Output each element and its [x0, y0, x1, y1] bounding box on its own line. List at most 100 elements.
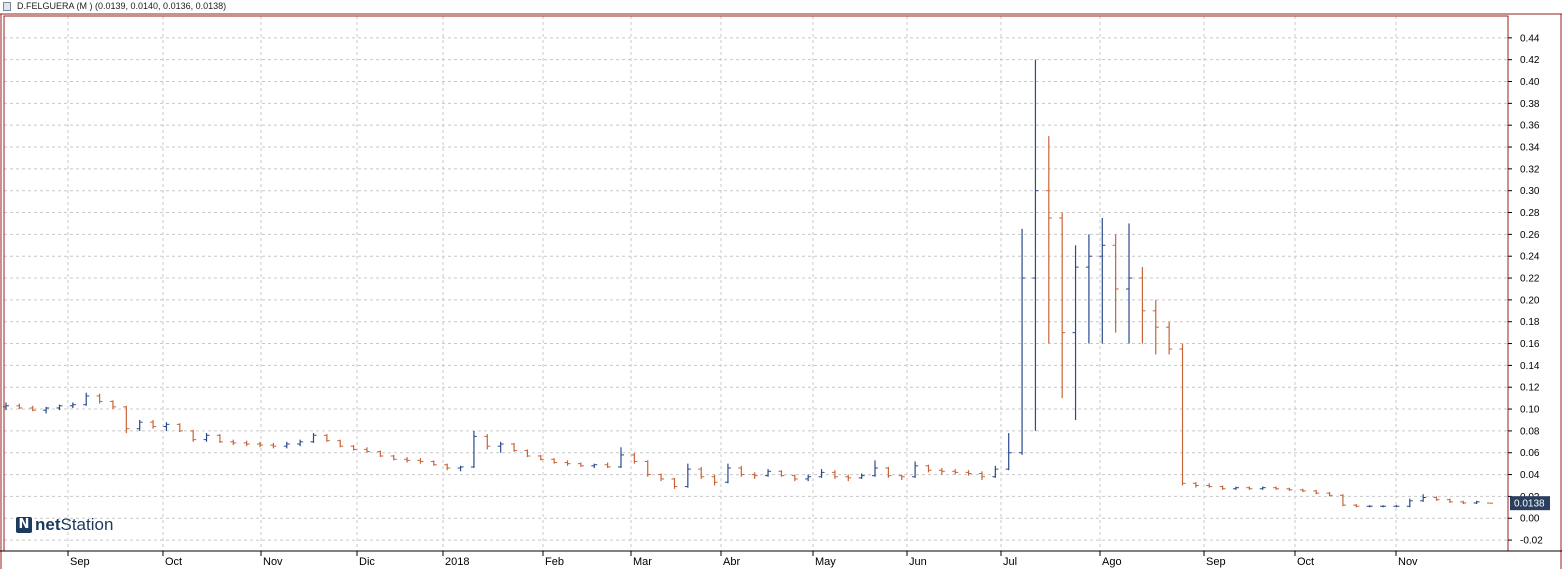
ohlc-bar: [1045, 136, 1052, 344]
ohlc-bar: [978, 471, 985, 481]
y-tick-label: 0.16: [1520, 339, 1540, 350]
ohlc-bar: [551, 458, 558, 464]
y-tick-label: 0.14: [1520, 361, 1540, 372]
ohlc-bar: [216, 434, 223, 443]
ohlc-bar: [658, 473, 665, 482]
ohlc-bar: [765, 469, 772, 477]
ohlc-bar: [1299, 488, 1306, 493]
ohlc-bar: [230, 439, 237, 446]
x-axis: Sep Oct Nov Dic 2018 Feb Mar Abr May Jun Jul Ago Sep…: [67, 551, 1418, 568]
y-axis: 0.44 0.42 0.40 0.38 0.36 0.34 0.32 0.30 0.28 0.26…: [1508, 33, 1543, 547]
logo-text-bold: net: [35, 515, 61, 534]
ohlc-bar: [617, 447, 624, 469]
x-tick-label: Sep: [70, 556, 90, 568]
ohlc-bar: [791, 474, 798, 482]
x-tick-label: Oct: [165, 556, 182, 568]
ohlc-bar: [1420, 494, 1427, 502]
x-tick-label: Sep: [1206, 556, 1226, 568]
ohlc-bar: [1219, 485, 1226, 490]
y-tick-label: 0.12: [1520, 383, 1540, 394]
ohlc-bar: [109, 400, 116, 410]
ohlc-bar: [1446, 498, 1453, 503]
ohlc-bar: [738, 465, 745, 477]
ohlc-bar: [190, 429, 197, 442]
ohlc-bar: [363, 447, 370, 453]
y-tick-label: 0.28: [1520, 208, 1540, 219]
x-tick-label: Nov: [263, 556, 283, 568]
chart-frame: [0, 13, 1562, 569]
last-value-label: 0.0138: [1514, 499, 1545, 510]
grid-lines: [4, 16, 1508, 551]
y-tick-label: 0.30: [1520, 186, 1540, 197]
ohlc-bar: [631, 452, 638, 464]
ohlc-bar: [484, 434, 491, 450]
ohlc-bar: [1032, 59, 1039, 431]
ohlc-bar: [1152, 299, 1159, 355]
y-tick-label: 0.34: [1520, 143, 1540, 154]
ohlc-bar: [1273, 486, 1280, 490]
ohlc-bar: [1313, 489, 1320, 495]
ohlc-bar: [337, 439, 344, 448]
ohlc-bar: [377, 450, 384, 458]
ohlc-bar: [257, 441, 264, 448]
ohlc-bar: [470, 430, 477, 469]
x-tick-label: 2018: [445, 556, 469, 568]
ohlc-bar: [898, 474, 905, 481]
netstation-logo: N netStation: [16, 515, 113, 535]
ohlc-bar: [444, 463, 451, 471]
ohlc-bar: [644, 460, 651, 477]
ohlc-bar: [123, 405, 130, 434]
ohlc-bar: [925, 464, 932, 473]
y-tick-label: -0.02: [1520, 536, 1543, 547]
y-tick-label: 0.08: [1520, 426, 1540, 437]
ohlc-bar: [1072, 245, 1079, 420]
ohlc-bar: [430, 460, 437, 466]
ohlc-bar: [1473, 500, 1480, 505]
y-tick-label: 0.36: [1520, 121, 1540, 132]
ohlc-bar: [1166, 321, 1173, 355]
ohlc-bar: [1019, 228, 1026, 455]
y-tick-label: 0.32: [1520, 164, 1540, 175]
y-tick-label: 0.40: [1520, 77, 1540, 88]
y-tick-label: 0.44: [1520, 33, 1540, 44]
x-tick-label: Nov: [1398, 556, 1418, 568]
ohlc-bar: [1085, 234, 1092, 344]
ohlc-bar: [604, 462, 611, 469]
ohlc-bar: [243, 440, 250, 447]
ohlc-bar: [497, 441, 504, 453]
y-tick-label: 0.10: [1520, 405, 1540, 416]
ohlc-bar: [711, 474, 718, 486]
ohlc-bar: [1366, 505, 1373, 508]
plot-border: [3, 15, 1509, 552]
ohlc-bar: [1460, 500, 1467, 505]
ohlc-bar: [591, 463, 598, 469]
ohlc-bar: [96, 393, 103, 404]
ohlc-bar: [818, 469, 825, 478]
ohlc-bar: [323, 434, 330, 442]
y-tick-label: 0.38: [1520, 99, 1540, 110]
x-tick-label: Jul: [1003, 556, 1017, 568]
ohlc-bar: [1059, 212, 1066, 399]
logo-text: netStation: [35, 515, 113, 535]
ohlc-bar: [350, 445, 357, 451]
ohlc-bar: [524, 449, 531, 458]
ohlc-bar: [150, 419, 157, 429]
ohlc-bars: [3, 59, 1493, 508]
ohlc-bar: [83, 392, 90, 406]
ohlc-bar: [404, 457, 411, 463]
ohlc-bar: [992, 465, 999, 478]
ohlc-bar: [163, 422, 170, 431]
y-tick-label: 0.04: [1520, 470, 1540, 481]
x-tick-label: May: [815, 556, 836, 568]
ohlc-bar: [845, 474, 852, 482]
ohlc-bar: [390, 454, 397, 461]
ohlc-bar: [564, 460, 571, 466]
ohlc-bar: [136, 419, 143, 431]
y-tick-label: 0.00: [1520, 514, 1540, 525]
ohlc-bar: [938, 468, 945, 475]
price-chart[interactable]: 0.44 0.42 0.40 0.38 0.36 0.34 0.32 0.30 0.28 0.26…: [0, 0, 1562, 569]
ohlc-bar: [1353, 504, 1360, 508]
y-tick-label: 0.24: [1520, 252, 1540, 263]
ohlc-bar: [56, 404, 63, 411]
ohlc-bar: [1139, 267, 1146, 344]
